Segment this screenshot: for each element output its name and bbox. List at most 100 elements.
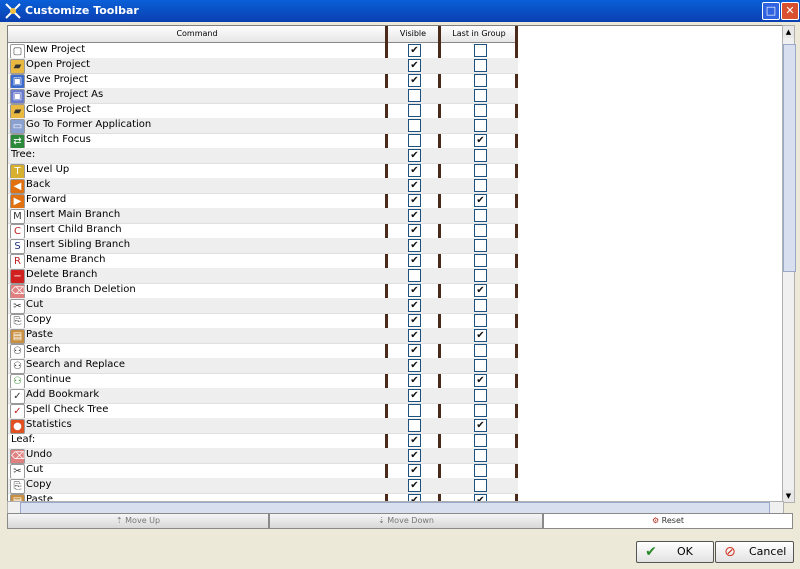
table-row[interactable]: M Insert Main Branch ✔ bbox=[8, 208, 518, 224]
move-down-button[interactable]: ⇣ Move Down bbox=[269, 513, 543, 529]
last-in-group-checkbox[interactable] bbox=[474, 449, 487, 462]
table-row[interactable]: ⚇ Continue ✔ ✔ bbox=[8, 373, 518, 389]
visible-checkbox[interactable]: ✔ bbox=[408, 164, 421, 177]
visible-checkbox[interactable]: ✔ bbox=[408, 464, 421, 477]
last-in-group-checkbox[interactable] bbox=[474, 269, 487, 282]
table-row[interactable]: R Rename Branch ✔ bbox=[8, 253, 518, 269]
last-in-group-checkbox[interactable] bbox=[474, 104, 487, 117]
visible-checkbox[interactable] bbox=[408, 134, 421, 147]
last-in-group-checkbox[interactable]: ✔ bbox=[474, 284, 487, 297]
table-row[interactable]: ✓ Add Bookmark ✔ bbox=[8, 388, 518, 404]
visible-checkbox[interactable]: ✔ bbox=[408, 239, 421, 252]
table-row[interactable]: ⚇ Search and Replace ✔ bbox=[8, 358, 518, 374]
column-header-visible[interactable]: Visible bbox=[388, 26, 438, 43]
last-in-group-checkbox[interactable] bbox=[474, 59, 487, 72]
table-row[interactable]: ▭ Go To Former Application bbox=[8, 118, 518, 134]
table-row[interactable]: ▰ Close Project bbox=[8, 103, 518, 119]
last-in-group-checkbox[interactable]: ✔ bbox=[474, 329, 487, 342]
vertical-scrollbar[interactable]: ▲ ▼ bbox=[782, 25, 796, 503]
table-row[interactable]: ⎘ Copy ✔ bbox=[8, 313, 518, 329]
visible-checkbox[interactable]: ✔ bbox=[408, 284, 421, 297]
ok-button[interactable]: ✔ OK bbox=[636, 541, 714, 563]
table-row[interactable]: ▶ Forward ✔ ✔ bbox=[8, 193, 518, 209]
table-row[interactable]: Tree: ✔ bbox=[8, 148, 518, 164]
visible-checkbox[interactable]: ✔ bbox=[408, 194, 421, 207]
visible-checkbox[interactable]: ✔ bbox=[408, 449, 421, 462]
table-row[interactable]: ▰ Open Project ✔ bbox=[8, 58, 518, 74]
last-in-group-checkbox[interactable]: ✔ bbox=[474, 134, 487, 147]
visible-checkbox[interactable]: ✔ bbox=[408, 434, 421, 447]
last-in-group-checkbox[interactable] bbox=[474, 479, 487, 492]
table-row[interactable]: ⚇ Search ✔ bbox=[8, 343, 518, 359]
visible-checkbox[interactable] bbox=[408, 404, 421, 417]
last-in-group-checkbox[interactable] bbox=[474, 149, 487, 162]
table-row[interactable]: ● Statistics ✔ bbox=[8, 418, 518, 434]
visible-checkbox[interactable]: ✔ bbox=[408, 74, 421, 87]
last-in-group-checkbox[interactable] bbox=[474, 239, 487, 252]
column-header-command[interactable]: Command bbox=[8, 26, 386, 43]
last-in-group-checkbox[interactable] bbox=[474, 164, 487, 177]
visible-checkbox[interactable]: ✔ bbox=[408, 254, 421, 267]
visible-checkbox[interactable]: ✔ bbox=[408, 59, 421, 72]
visible-checkbox[interactable]: ✔ bbox=[408, 149, 421, 162]
table-row[interactable]: ⌫ Undo ✔ bbox=[8, 448, 518, 464]
visible-checkbox[interactable]: ✔ bbox=[408, 389, 421, 402]
last-in-group-checkbox[interactable] bbox=[474, 434, 487, 447]
last-in-group-checkbox[interactable] bbox=[474, 464, 487, 477]
visible-checkbox[interactable]: ✔ bbox=[408, 299, 421, 312]
last-in-group-checkbox[interactable] bbox=[474, 89, 487, 102]
table-row[interactable]: ✓ Spell Check Tree bbox=[8, 403, 518, 419]
table-row[interactable]: ⇄ Switch Focus ✔ bbox=[8, 133, 518, 149]
table-row[interactable]: ✂ Cut ✔ bbox=[8, 463, 518, 479]
table-row[interactable]: ✂ Cut ✔ bbox=[8, 298, 518, 314]
scroll-thumb[interactable] bbox=[783, 44, 796, 272]
table-row[interactable]: T Level Up ✔ bbox=[8, 163, 518, 179]
table-row[interactable]: − Delete Branch bbox=[8, 268, 518, 284]
cancel-button[interactable]: ⊘ Cancel bbox=[715, 541, 794, 563]
visible-checkbox[interactable] bbox=[408, 104, 421, 117]
last-in-group-checkbox[interactable] bbox=[474, 179, 487, 192]
table-row[interactable]: ▣ Save Project As bbox=[8, 88, 518, 104]
table-row[interactable]: C Insert Child Branch ✔ bbox=[8, 223, 518, 239]
last-in-group-checkbox[interactable] bbox=[474, 74, 487, 87]
table-row[interactable]: ⎘ Copy ✔ bbox=[8, 478, 518, 494]
column-header-last-in-group[interactable]: Last in Group bbox=[441, 26, 517, 43]
visible-checkbox[interactable] bbox=[408, 269, 421, 282]
visible-checkbox[interactable] bbox=[408, 119, 421, 132]
visible-checkbox[interactable]: ✔ bbox=[408, 179, 421, 192]
reset-button[interactable]: ⚙ Reset bbox=[543, 513, 793, 529]
visible-checkbox[interactable]: ✔ bbox=[408, 209, 421, 222]
visible-checkbox[interactable] bbox=[408, 419, 421, 432]
last-in-group-checkbox[interactable]: ✔ bbox=[474, 194, 487, 207]
last-in-group-checkbox[interactable] bbox=[474, 299, 487, 312]
last-in-group-checkbox[interactable] bbox=[474, 314, 487, 327]
commands-grid[interactable]: Command Visible Last in Group ▢ New Proje… bbox=[7, 25, 784, 503]
scroll-down-icon[interactable]: ▼ bbox=[783, 490, 794, 502]
visible-checkbox[interactable]: ✔ bbox=[408, 44, 421, 57]
last-in-group-checkbox[interactable]: ✔ bbox=[474, 374, 487, 387]
table-row[interactable]: ⌫ Undo Branch Deletion ✔ ✔ bbox=[8, 283, 518, 299]
maximize-button[interactable]: □ bbox=[762, 2, 780, 20]
table-row[interactable]: ◀ Back ✔ bbox=[8, 178, 518, 194]
table-row[interactable]: ▢ New Project ✔ bbox=[8, 43, 518, 59]
last-in-group-checkbox[interactable] bbox=[474, 209, 487, 222]
table-row[interactable]: ▤ Paste ✔ ✔ bbox=[8, 328, 518, 344]
move-up-button[interactable]: ⇡ Move Up bbox=[7, 513, 269, 529]
last-in-group-checkbox[interactable] bbox=[474, 344, 487, 357]
last-in-group-checkbox[interactable] bbox=[474, 404, 487, 417]
last-in-group-checkbox[interactable] bbox=[474, 389, 487, 402]
visible-checkbox[interactable]: ✔ bbox=[408, 329, 421, 342]
last-in-group-checkbox[interactable] bbox=[474, 224, 487, 237]
scroll-up-icon[interactable]: ▲ bbox=[783, 26, 794, 38]
visible-checkbox[interactable]: ✔ bbox=[408, 374, 421, 387]
table-row[interactable]: ▣ Save Project ✔ bbox=[8, 73, 518, 89]
last-in-group-checkbox[interactable] bbox=[474, 119, 487, 132]
close-button[interactable]: ✕ bbox=[781, 2, 799, 20]
visible-checkbox[interactable]: ✔ bbox=[408, 224, 421, 237]
visible-checkbox[interactable]: ✔ bbox=[408, 359, 421, 372]
table-row[interactable]: Leaf: ✔ bbox=[8, 433, 518, 449]
last-in-group-checkbox[interactable]: ✔ bbox=[474, 419, 487, 432]
visible-checkbox[interactable]: ✔ bbox=[408, 479, 421, 492]
last-in-group-checkbox[interactable] bbox=[474, 254, 487, 267]
visible-checkbox[interactable]: ✔ bbox=[408, 344, 421, 357]
